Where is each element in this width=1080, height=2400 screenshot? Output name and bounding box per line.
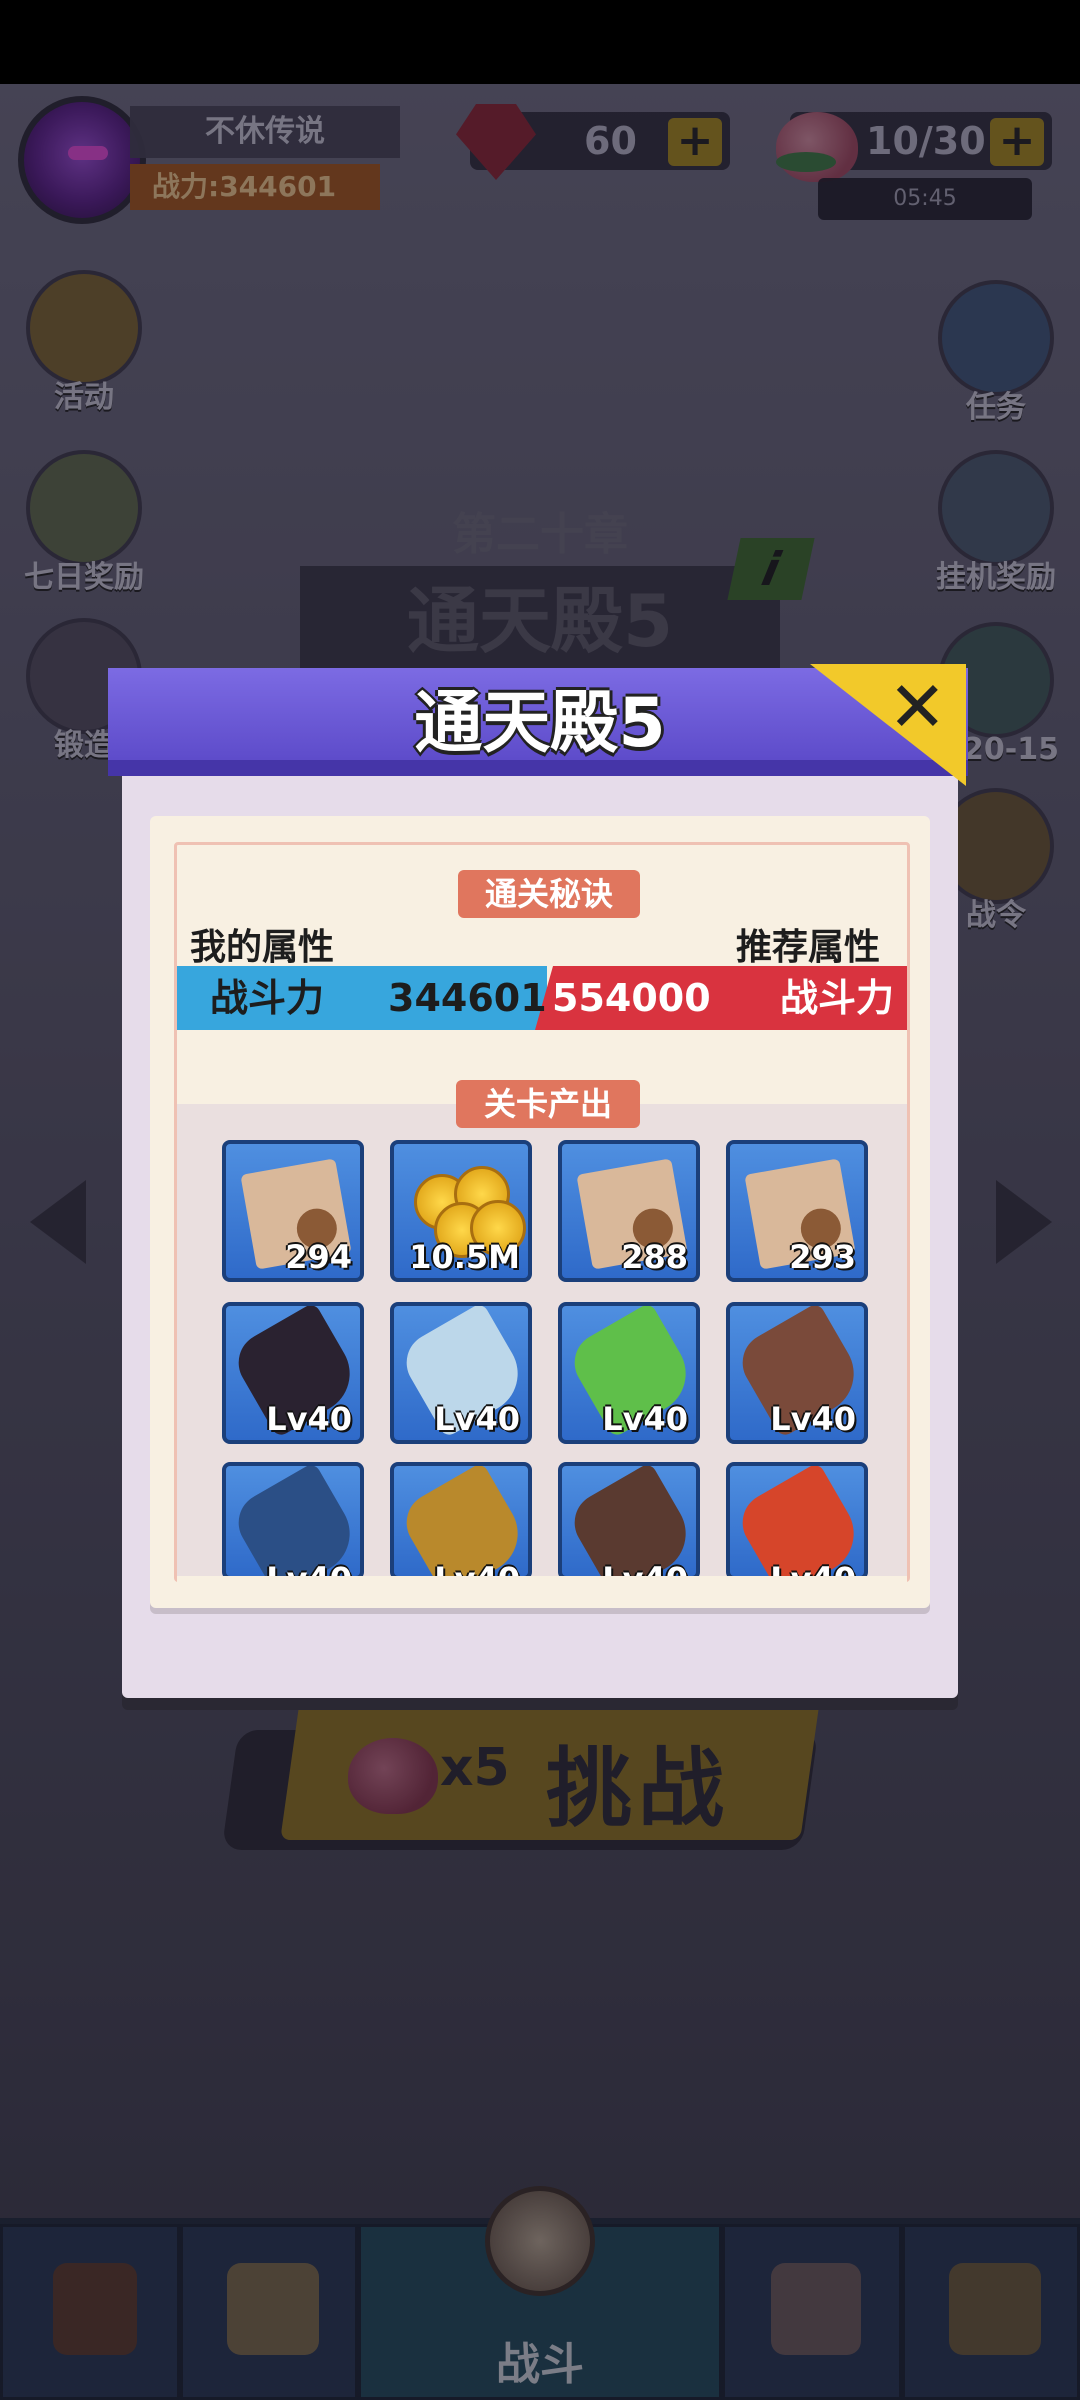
close-icon[interactable]: ✕ <box>888 672 947 742</box>
reward-item-hood[interactable]: Lv40 <box>222 1462 364 1580</box>
reward-item-green-cannon[interactable]: Lv40 <box>558 1302 700 1444</box>
recommended-stat-name: 战斗力 <box>780 976 895 1020</box>
reward-count: 288 <box>621 1238 688 1276</box>
my-power-value: 344601 <box>388 976 547 1020</box>
reward-item-fire-ring[interactable]: Lv40 <box>726 1462 868 1580</box>
reward-count: 294 <box>285 1238 352 1276</box>
my-attributes-label: 我的属性 <box>190 927 335 968</box>
tips-title: 通关秘诀 <box>458 870 640 918</box>
reward-item-golden-boots[interactable]: Lv40 <box>390 1462 532 1580</box>
reward-item-scroll-armor[interactable]: 288 <box>558 1140 700 1282</box>
modal-title: 通天殿5 <box>414 684 666 763</box>
reward-item-purple-hat[interactable]: Lv40 <box>726 1302 868 1444</box>
rewards-title: 关卡产出 <box>456 1080 640 1128</box>
reward-item-blade[interactable]: Lv40 <box>390 1302 532 1444</box>
reward-count: 10.5M <box>409 1238 520 1276</box>
status-bar <box>0 0 1080 84</box>
reward-scroll-clip <box>177 1576 907 1608</box>
my-stat-name: 战斗力 <box>210 976 325 1020</box>
reward-count: Lv40 <box>770 1400 856 1438</box>
reward-item-scroll-weapon[interactable]: 294 <box>222 1140 364 1282</box>
reward-item-spiked-glove[interactable]: Lv40 <box>558 1462 700 1580</box>
recommended-power-value: 554000 <box>552 976 711 1020</box>
reward-count: Lv40 <box>434 1400 520 1438</box>
reward-count: Lv40 <box>602 1400 688 1438</box>
reward-count: Lv40 <box>266 1400 352 1438</box>
reward-count: 293 <box>789 1238 856 1276</box>
recommended-attributes-label: 推荐属性 <box>736 927 881 968</box>
reward-item-gold-coins[interactable]: 10.5M <box>390 1140 532 1282</box>
reward-item-dark-sword[interactable]: Lv40 <box>222 1302 364 1444</box>
reward-item-scroll-ring[interactable]: 293 <box>726 1140 868 1282</box>
